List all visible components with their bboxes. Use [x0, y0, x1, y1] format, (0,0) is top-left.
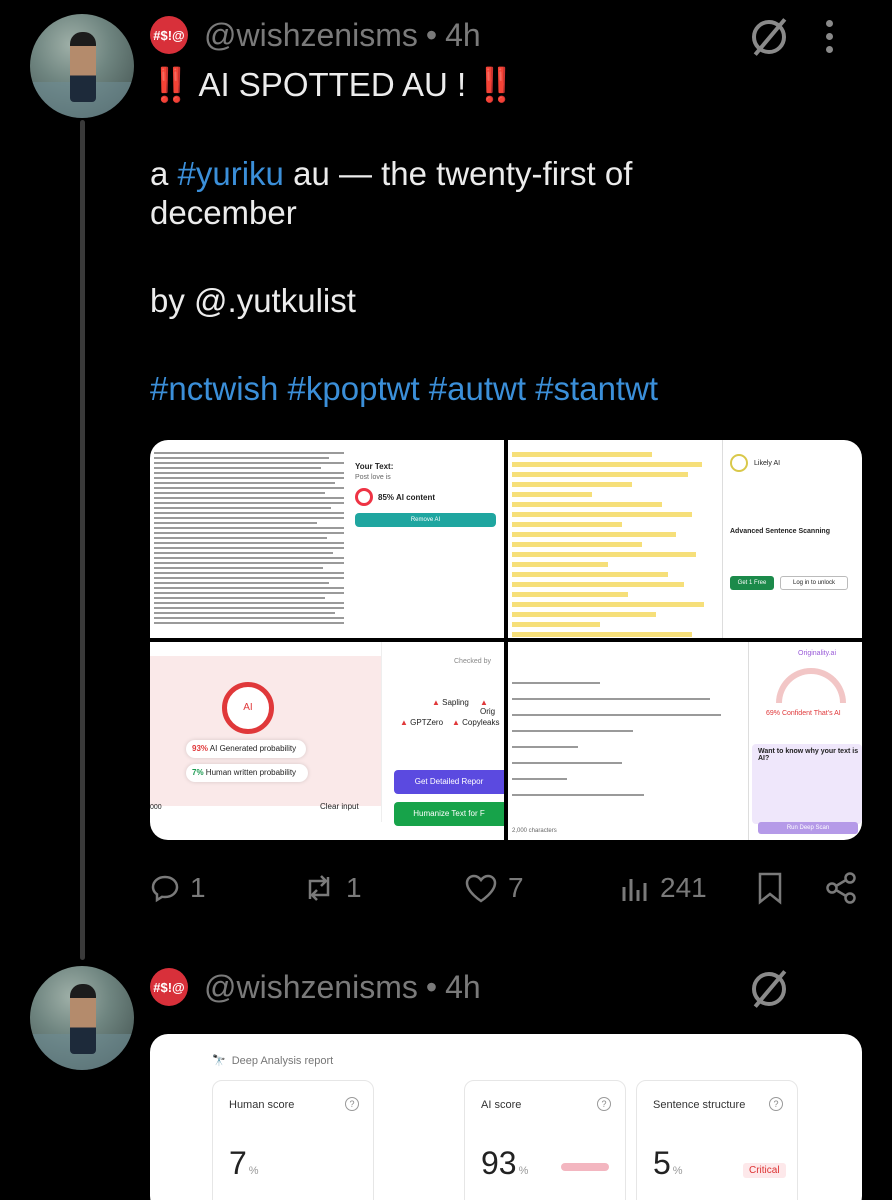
media-image-5[interactable]: 🔭 Deep Analysis report Human score? 7% AI… — [150, 1034, 862, 1200]
repost-button[interactable]: 1 — [302, 872, 362, 904]
byline: by @.yutkulist — [150, 281, 356, 319]
user-handle[interactable]: @wishzenisms — [204, 17, 418, 54]
login-button[interactable]: Log in to unlock — [780, 576, 848, 590]
post-line-1: a #yuriku au — the twenty-first of — [150, 154, 633, 192]
ai-ring: AI — [222, 682, 274, 734]
mute-icon[interactable] — [752, 972, 786, 1006]
user-handle[interactable]: @wishzenisms — [204, 969, 418, 1006]
heart-icon — [465, 874, 497, 903]
action-bar: 1 1 7 241 — [150, 870, 862, 906]
post-line-2: december — [150, 193, 297, 231]
media-image-4[interactable]: 2,000 characters Originality.ai 69% Conf… — [508, 642, 862, 840]
media-image-1[interactable]: Your Text: Post love is 85% AI content R… — [150, 440, 504, 638]
views-button[interactable]: 241 — [620, 872, 707, 904]
more-options-icon[interactable] — [826, 20, 834, 59]
human-score-card: Human score? 7% — [212, 1080, 374, 1200]
media-image-2[interactable]: Likely AI Advanced Sentence Scanning Get… — [508, 440, 862, 638]
views-icon — [622, 879, 647, 901]
help-icon: ? — [345, 1097, 359, 1111]
help-icon: ? — [769, 1097, 783, 1111]
humanize-button[interactable]: Humanize Text for F — [394, 802, 504, 826]
share-icon — [826, 872, 856, 904]
help-icon: ? — [597, 1097, 611, 1111]
like-button[interactable]: 7 — [464, 872, 524, 904]
reply-button[interactable]: 1 — [150, 872, 206, 904]
angry-emoji-icon: #$!@ — [150, 16, 188, 54]
post-header: #$!@ @wishzenisms • 4h — [150, 16, 481, 54]
media-grid[interactable]: Your Text: Post love is 85% AI content R… — [150, 440, 862, 840]
detailed-report-button[interactable]: Get Detailed Repor — [394, 770, 504, 794]
hashtag-links[interactable]: #nctwish #kpoptwt #autwt #stantwt — [150, 370, 658, 409]
score-ring — [355, 488, 373, 506]
post-header: #$!@ @wishzenisms • 4h — [150, 968, 481, 1006]
share-button[interactable] — [824, 871, 858, 905]
post-text: ‼️ AI SPOTTED AU ! ‼️ a #yuriku au — the… — [150, 66, 658, 409]
avatar[interactable] — [30, 966, 134, 1070]
deep-scan-button[interactable]: Run Deep Scan — [758, 822, 858, 834]
reply-icon — [151, 875, 179, 903]
thread-line — [80, 120, 85, 960]
mute-icon[interactable] — [752, 20, 786, 54]
post-time: 4h — [445, 968, 481, 1005]
sentence-structure-card: Sentence structure? 5% Critical — [636, 1080, 798, 1200]
remove-ai-button[interactable]: Remove AI — [355, 513, 496, 527]
hashtag-link[interactable]: #yuriku — [178, 155, 284, 192]
report-title: 🔭 Deep Analysis report — [212, 1055, 334, 1067]
get-free-button[interactable]: Get 1 Free — [730, 576, 774, 590]
clear-input-button[interactable]: Clear input — [320, 802, 359, 811]
headline: ‼️ AI SPOTTED AU ! ‼️ — [150, 66, 517, 103]
avatar[interactable] — [30, 14, 134, 118]
angry-emoji-icon: #$!@ — [150, 968, 188, 1006]
media-image-3[interactable]: AI 93% AI Generated probability 7% Human… — [150, 642, 504, 840]
repost-icon — [308, 875, 330, 901]
confidence-gauge — [776, 668, 846, 703]
bookmark-icon — [758, 872, 782, 905]
ai-score-card: AI score? 93% — [464, 1080, 626, 1200]
post-time: 4h — [445, 16, 481, 53]
status-badge: Critical — [743, 1163, 786, 1178]
bookmark-button[interactable] — [756, 871, 784, 905]
